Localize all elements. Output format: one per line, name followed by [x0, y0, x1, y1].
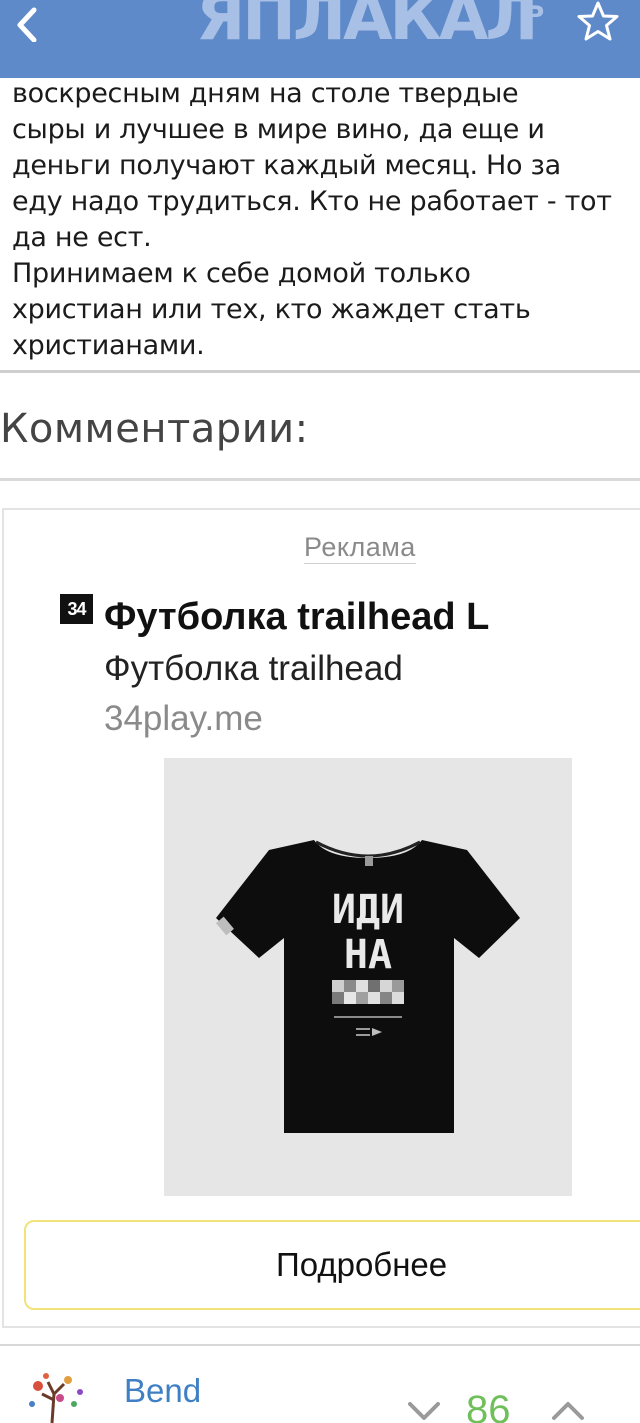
ad-title[interactable]: Футболка trailhead L: [104, 594, 489, 640]
post-line: да не ест.: [12, 222, 152, 253]
star-icon[interactable]: [576, 0, 620, 44]
top-bar: ЯПЛАКАЛ Ъ: [0, 0, 640, 78]
vote-down-icon[interactable]: [404, 1398, 444, 1423]
tshirt-text-line: ИДИ: [332, 887, 404, 933]
post-line: воскресным дням на столе твердые: [12, 78, 519, 109]
post-line: еду надо трудиться. Кто не работает - то…: [12, 186, 612, 217]
chevron-left-icon[interactable]: [10, 6, 46, 43]
divider: [0, 478, 640, 481]
post-line: христиан или тех, кто жаждет стать: [12, 294, 531, 325]
ad-product-image[interactable]: ИДИ НА: [164, 758, 572, 1196]
tshirt-text-line: НА: [344, 932, 392, 978]
post-line: деньги получают каждый месяц. Но за: [12, 150, 561, 181]
ad-subtitle: Футболка trailhead: [104, 649, 403, 688]
site-logo[interactable]: ЯПЛАКАЛ: [196, 0, 539, 50]
comment-username[interactable]: Bend: [124, 1372, 201, 1410]
comment-score: 86: [466, 1388, 511, 1423]
post-line: Принимаем к себе домой только: [12, 258, 471, 289]
tshirt-illustration: ИДИ НА: [164, 758, 572, 1196]
post-line: христианами.: [12, 330, 205, 361]
avatar[interactable]: [12, 1364, 94, 1423]
post-line: сыры и лучшее в мире вино, да еще и: [12, 114, 545, 145]
divider: [0, 1344, 640, 1346]
comments-heading: Комментарии:: [0, 406, 309, 452]
ad-more-button[interactable]: Подробнее: [24, 1220, 640, 1310]
advertiser-logo: 34: [60, 594, 93, 624]
ad-label: Реклама: [304, 532, 416, 564]
ad-domain[interactable]: 34play.me: [104, 698, 263, 740]
vote-up-icon[interactable]: [548, 1396, 588, 1423]
divider: [0, 370, 640, 373]
site-logo-sup: Ъ: [520, 0, 545, 24]
post-body: воскресным дням на столе твердые сыры и …: [12, 76, 632, 364]
pixelated-censor: [332, 980, 404, 1004]
